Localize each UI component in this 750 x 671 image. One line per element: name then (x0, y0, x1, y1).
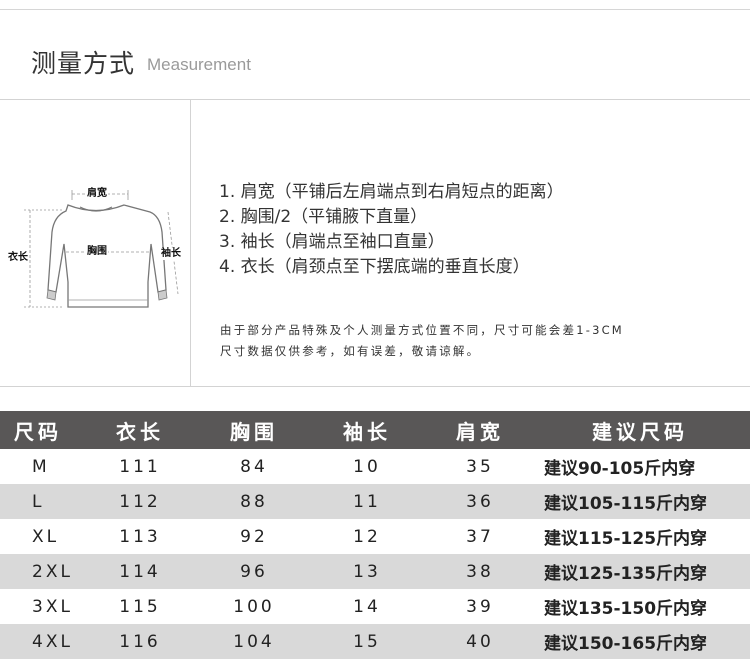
measurement-panel: 肩宽 胸围 衣长 袖长 1. 肩宽（平铺后左肩端点到右肩短点的距离） 2. 胸围… (0, 99, 750, 387)
cell-size: M (32, 456, 50, 477)
cell-recommend: 建议125-135斤内穿 (530, 554, 750, 589)
cell-size: 2XL (0, 554, 76, 589)
header-size: 尺码 (0, 411, 76, 449)
cell-chest: 92 (240, 526, 268, 547)
length-label: 衣长 (7, 252, 29, 264)
table-row: 3XL 115 100 14 39 建议135-150斤内穿 (0, 589, 750, 624)
cell-size: 3XL (32, 596, 73, 617)
cell-sleeve: 12 (353, 526, 381, 547)
sweater-diagram: 肩宽 胸围 衣长 袖长 (0, 172, 190, 322)
cell-chest: 104 (204, 624, 304, 659)
step-sleeve: 3. 袖长（肩端点至袖口直量） (219, 232, 445, 252)
cell-sleeve: 10 (353, 456, 381, 477)
cell-shoulder: 39 (466, 596, 494, 617)
cell-length: 115 (119, 596, 161, 617)
cell-chest: 100 (233, 596, 275, 617)
panel-divider (190, 100, 191, 386)
size-table: 尺码 衣长 胸围 袖长 肩宽 建议尺码 M 111 84 10 35 建议90-… (0, 411, 750, 659)
header-chest: 胸围 (204, 411, 304, 449)
cell-shoulder: 38 (430, 554, 530, 589)
disclaimer-note: 由于部分产品特殊及个人测量方式位置不同，尺寸可能会差1-3CM 尺寸数据仅供参考… (220, 320, 624, 362)
step-length: 4. 衣长（肩颈点至下摆底端的垂直长度） (219, 257, 530, 277)
cell-length: 112 (76, 484, 204, 519)
cell-length: 116 (76, 624, 204, 659)
step-chest: 2. 胸围/2（平铺腋下直量） (219, 207, 428, 227)
table-row: 2XL 114 96 13 38 建议125-135斤内穿 (0, 554, 750, 589)
chest-label: 胸围 (86, 246, 108, 258)
section-subtitle: Measurement (147, 55, 251, 74)
cell-chest: 84 (240, 456, 268, 477)
cell-shoulder: 36 (430, 484, 530, 519)
table-row: L 112 88 11 36 建议105-115斤内穿 (0, 484, 750, 519)
cell-size: L (0, 484, 76, 519)
cell-chest: 88 (204, 484, 304, 519)
step-shoulder: 1. 肩宽（平铺后左肩端点到右肩短点的距离） (219, 182, 564, 202)
header-sleeve: 袖长 (304, 411, 430, 449)
cell-sleeve: 14 (353, 596, 381, 617)
cell-shoulder: 37 (466, 526, 494, 547)
cell-sleeve: 15 (304, 624, 430, 659)
cell-sleeve: 13 (304, 554, 430, 589)
cell-recommend: 建议105-115斤内穿 (530, 484, 750, 519)
cell-recommend: 建议150-165斤内穿 (530, 624, 750, 659)
cell-sleeve: 11 (304, 484, 430, 519)
cell-shoulder: 35 (466, 456, 494, 477)
header-length: 衣长 (76, 411, 204, 449)
cell-shoulder: 40 (430, 624, 530, 659)
shoulder-label: 肩宽 (86, 188, 108, 200)
section-title: 测量方式 (31, 49, 136, 78)
cell-chest: 96 (204, 554, 304, 589)
sleeve-label: 袖长 (160, 248, 182, 260)
header-recommend: 建议尺码 (530, 411, 750, 449)
cell-length: 111 (119, 456, 161, 477)
cell-size: XL (32, 526, 60, 547)
cell-length: 114 (76, 554, 204, 589)
cell-size: 4XL (0, 624, 76, 659)
table-row: 4XL 116 104 15 40 建议150-165斤内穿 (0, 624, 750, 659)
cell-recommend: 建议115-125斤内穿 (544, 529, 708, 549)
cell-recommend: 建议135-150斤内穿 (544, 599, 708, 619)
table-row: M 111 84 10 35 建议90-105斤内穿 (0, 449, 750, 484)
cell-length: 113 (119, 526, 161, 547)
disclaimer-line-1: 由于部分产品特殊及个人测量方式位置不同，尺寸可能会差1-3CM (220, 323, 624, 337)
disclaimer-line-2: 尺寸数据仅供参考，如有误差，敬请谅解。 (220, 344, 481, 358)
table-row: XL 113 92 12 37 建议115-125斤内穿 (0, 519, 750, 554)
header-shoulder: 肩宽 (430, 411, 530, 449)
cell-recommend: 建议90-105斤内穿 (544, 459, 696, 479)
measurement-steps: 1. 肩宽（平铺后左肩端点到右肩短点的距离） 2. 胸围/2（平铺腋下直量） 3… (219, 180, 564, 280)
section-header: 测量方式 Measurement (0, 10, 750, 98)
table-header-row: 尺码 衣长 胸围 袖长 肩宽 建议尺码 (0, 411, 750, 449)
